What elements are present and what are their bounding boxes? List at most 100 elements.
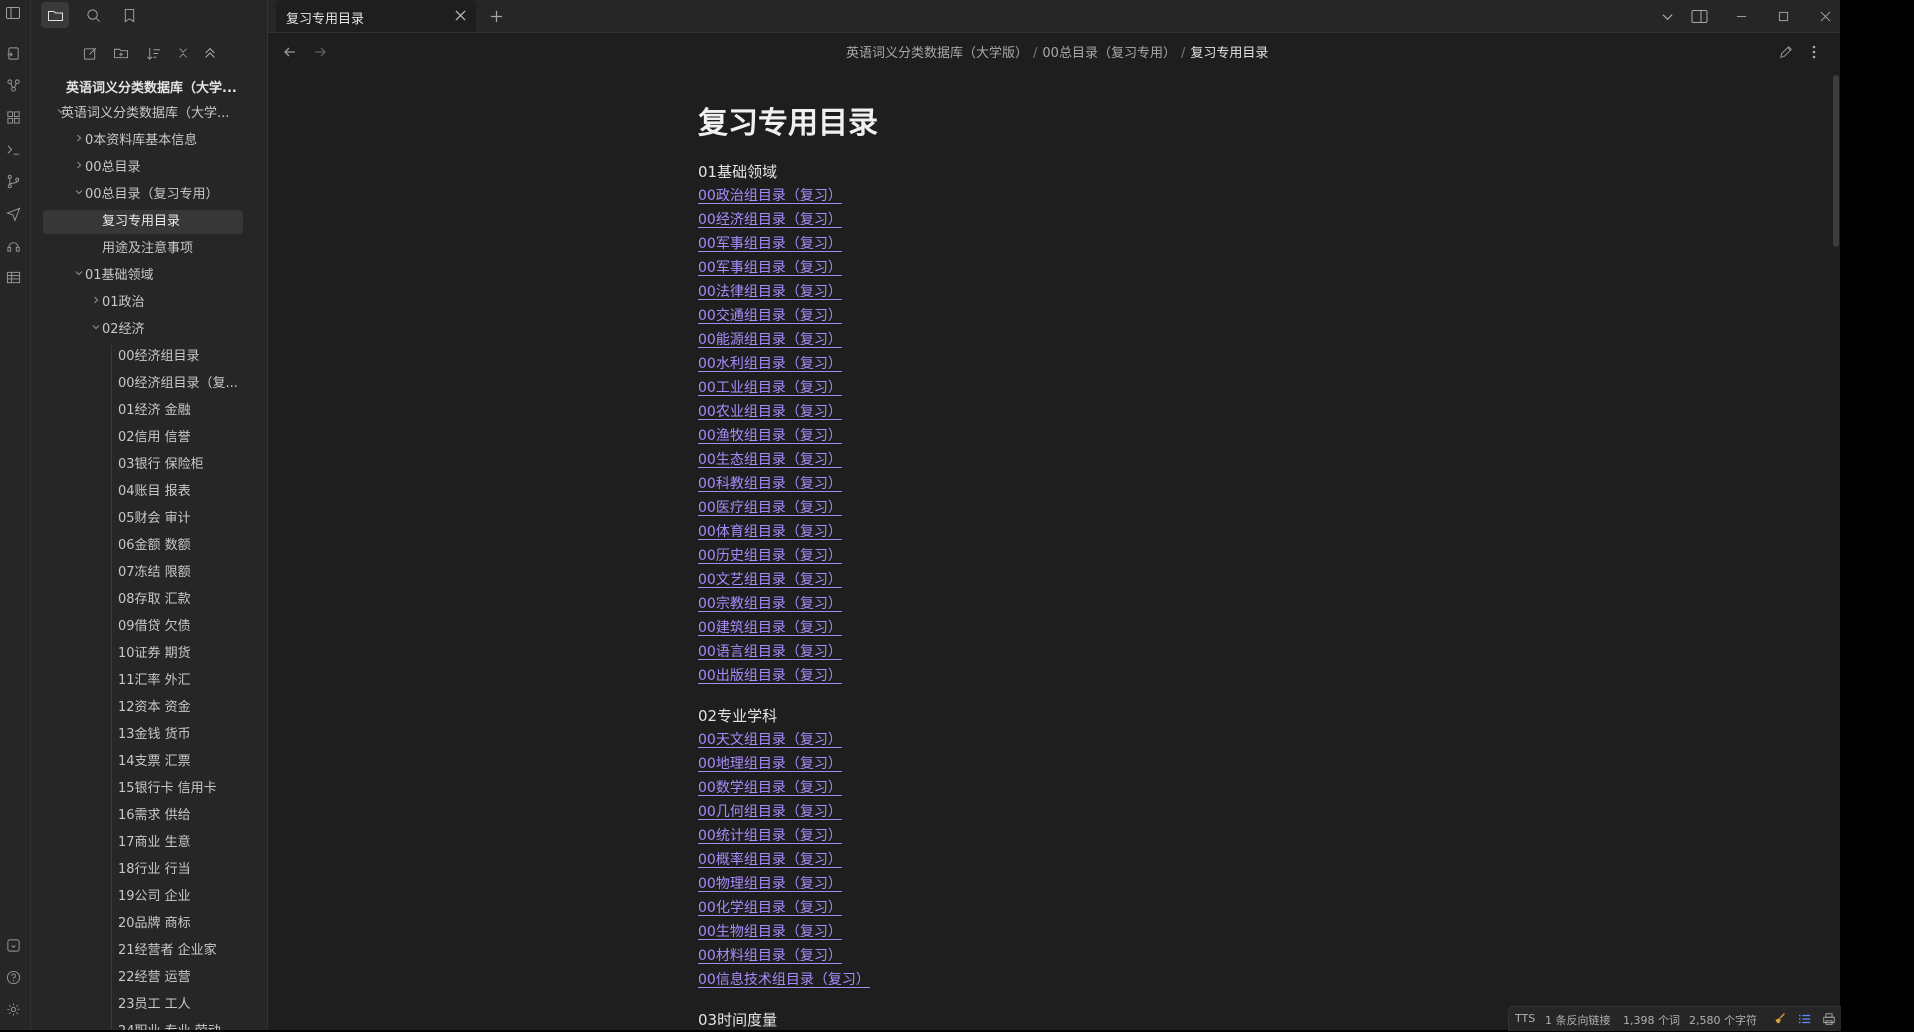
chevrons-up-icon[interactable] bbox=[199, 42, 221, 64]
chevron-down-icon[interactable] bbox=[90, 318, 102, 342]
tree-item[interactable]: 18行业 行当 bbox=[31, 858, 257, 882]
help-icon[interactable] bbox=[2, 966, 24, 988]
minimize-window-icon[interactable] bbox=[1731, 6, 1751, 26]
audio-recorder-icon[interactable] bbox=[2, 234, 24, 256]
internal-link[interactable]: 00天文组目录（复习） bbox=[698, 728, 1458, 752]
tree-item[interactable]: 21经营者 企业家 bbox=[31, 939, 257, 963]
chevron-right-icon[interactable] bbox=[73, 156, 85, 180]
internal-link[interactable]: 00语言组目录（复习） bbox=[698, 640, 1458, 664]
tree-item[interactable]: 01经济 金融 bbox=[31, 399, 257, 423]
internal-link[interactable]: 00信息技术组目录（复习） bbox=[698, 968, 1458, 992]
tree-item[interactable]: 0本资料库基本信息 bbox=[31, 129, 257, 153]
internal-link[interactable]: 00经济组目录（复习） bbox=[698, 208, 1458, 232]
broom-cleanup-icon[interactable] bbox=[1772, 1011, 1788, 1027]
tree-item[interactable]: 03银行 保险柜 bbox=[31, 453, 257, 477]
tree-item[interactable]: 16需求 供给 bbox=[31, 804, 257, 828]
new-note-icon[interactable] bbox=[79, 42, 101, 64]
tree-item[interactable]: 01政治 bbox=[31, 291, 257, 315]
canvas-icon[interactable] bbox=[2, 106, 24, 128]
internal-link[interactable]: 00概率组目录（复习） bbox=[698, 848, 1458, 872]
graph-view-icon[interactable] bbox=[2, 74, 24, 96]
outline-list-icon[interactable] bbox=[1797, 1011, 1813, 1027]
internal-link[interactable]: 00几何组目录（复习） bbox=[698, 800, 1458, 824]
tree-item[interactable]: 05财会 审计 bbox=[31, 507, 257, 531]
chevron-down-icon[interactable] bbox=[73, 264, 85, 288]
tree-item[interactable]: 复习专用目录 bbox=[43, 210, 243, 234]
internal-link[interactable]: 00数学组目录（复习） bbox=[698, 776, 1458, 800]
internal-link[interactable]: 00文艺组目录（复习） bbox=[698, 568, 1458, 592]
right-sidebar-toggle-icon[interactable] bbox=[1689, 6, 1709, 26]
tree-item[interactable]: 00经济组目录 bbox=[31, 345, 257, 369]
print-icon[interactable] bbox=[1821, 1011, 1837, 1027]
tree-item[interactable]: 00经济组目录（复... bbox=[31, 372, 257, 396]
navigate-back-icon[interactable] bbox=[280, 42, 300, 62]
internal-link[interactable]: 00出版组目录（复习） bbox=[698, 664, 1458, 688]
tree-item[interactable]: 02信用 信誉 bbox=[31, 426, 257, 450]
backlinks-count[interactable]: 1 条反向链接 bbox=[1545, 1012, 1611, 1028]
internal-link[interactable]: 00军事组目录（复习） bbox=[698, 232, 1458, 256]
internal-link[interactable]: 00物理组目录（复习） bbox=[698, 872, 1458, 896]
tts-status[interactable]: TTS bbox=[1515, 1012, 1535, 1025]
breadcrumb-vault[interactable]: 英语词义分类数据库（大学版） bbox=[846, 46, 1028, 61]
tree-item[interactable]: 00总目录 bbox=[31, 156, 257, 180]
internal-link[interactable]: 00水利组目录（复习） bbox=[698, 352, 1458, 376]
tree-item[interactable]: 11汇率 外汇 bbox=[31, 669, 257, 693]
tab-list-chevron-down-icon[interactable] bbox=[1657, 6, 1677, 26]
new-folder-icon[interactable] bbox=[110, 42, 132, 64]
sort-order-icon[interactable] bbox=[142, 42, 164, 64]
collapse-all-icon[interactable] bbox=[173, 42, 195, 64]
internal-link[interactable]: 00历史组目录（复习） bbox=[698, 544, 1458, 568]
breadcrumb-current-note[interactable]: 复习专用目录 bbox=[1190, 46, 1268, 61]
chevron-right-icon[interactable] bbox=[73, 129, 85, 153]
tree-item[interactable]: 01基础领域 bbox=[31, 264, 257, 288]
internal-link[interactable]: 00地理组目录（复习） bbox=[698, 752, 1458, 776]
internal-link[interactable]: 00医疗组目录（复习） bbox=[698, 496, 1458, 520]
content-scrollbar[interactable] bbox=[1833, 75, 1839, 247]
tree-item[interactable]: 23员工 工人 bbox=[31, 993, 257, 1017]
close-window-icon[interactable] bbox=[1815, 6, 1835, 26]
internal-link[interactable]: 00生物组目录（复习） bbox=[698, 920, 1458, 944]
git-icon[interactable] bbox=[2, 170, 24, 192]
maximize-window-icon[interactable] bbox=[1773, 6, 1793, 26]
tree-item[interactable]: 00总目录（复习专用） bbox=[31, 183, 257, 207]
tree-item[interactable]: 14支票 汇票 bbox=[31, 750, 257, 774]
tree-item[interactable]: 20品牌 商标 bbox=[31, 912, 257, 936]
tree-item[interactable]: 英语词义分类数据库（大学... bbox=[31, 102, 257, 126]
table-icon[interactable] bbox=[2, 266, 24, 288]
terminal-icon[interactable] bbox=[2, 138, 24, 160]
settings-gear-icon[interactable] bbox=[2, 998, 24, 1020]
tree-item[interactable]: 19公司 企业 bbox=[31, 885, 257, 909]
more-options-icon[interactable] bbox=[1804, 42, 1824, 62]
vault-title[interactable]: 英语词义分类数据库（大学... bbox=[66, 77, 237, 96]
internal-link[interactable]: 00政治组目录（复习） bbox=[698, 184, 1458, 208]
open-quick-switcher-icon[interactable] bbox=[2, 42, 24, 64]
tree-item[interactable]: 10证券 期货 bbox=[31, 642, 257, 666]
tree-item[interactable]: 15银行卡 信用卡 bbox=[31, 777, 257, 801]
internal-link[interactable]: 00统计组目录（复习） bbox=[698, 824, 1458, 848]
new-tab-plus-icon[interactable] bbox=[486, 6, 506, 26]
internal-link[interactable]: 00能源组目录（复习） bbox=[698, 328, 1458, 352]
sidebar-toggle-icon[interactable] bbox=[2, 2, 24, 24]
tree-item[interactable]: 09借贷 欠债 bbox=[31, 615, 257, 639]
internal-link[interactable]: 00渔牧组目录（复习） bbox=[698, 424, 1458, 448]
navigate-forward-icon[interactable] bbox=[310, 42, 330, 62]
internal-link[interactable]: 00科教组目录（复习） bbox=[698, 472, 1458, 496]
files-tab-folder-icon[interactable] bbox=[41, 2, 69, 28]
tree-item[interactable]: 08存取 汇款 bbox=[31, 588, 257, 612]
chevron-down-icon[interactable] bbox=[73, 183, 85, 207]
send-icon[interactable] bbox=[2, 202, 24, 224]
tree-item[interactable]: 13金钱 货币 bbox=[31, 723, 257, 747]
internal-link[interactable]: 00交通组目录（复习） bbox=[698, 304, 1458, 328]
internal-link[interactable]: 00工业组目录（复习） bbox=[698, 376, 1458, 400]
search-tab-icon[interactable] bbox=[79, 2, 107, 28]
edit-mode-pencil-icon[interactable] bbox=[1776, 42, 1796, 62]
tree-item[interactable]: 17商业 生意 bbox=[31, 831, 257, 855]
tree-item[interactable]: 07冻结 限额 bbox=[31, 561, 257, 585]
tab-review-index[interactable]: 复习专用目录 bbox=[276, 0, 476, 32]
internal-link[interactable]: 00体育组目录（复习） bbox=[698, 520, 1458, 544]
tree-item[interactable]: 用途及注意事项 bbox=[31, 237, 257, 261]
tree-item[interactable]: 02经济 bbox=[31, 318, 257, 342]
internal-link[interactable]: 00化学组目录（复习） bbox=[698, 896, 1458, 920]
internal-link[interactable]: 00农业组目录（复习） bbox=[698, 400, 1458, 424]
internal-link[interactable]: 00生态组目录（复习） bbox=[698, 448, 1458, 472]
